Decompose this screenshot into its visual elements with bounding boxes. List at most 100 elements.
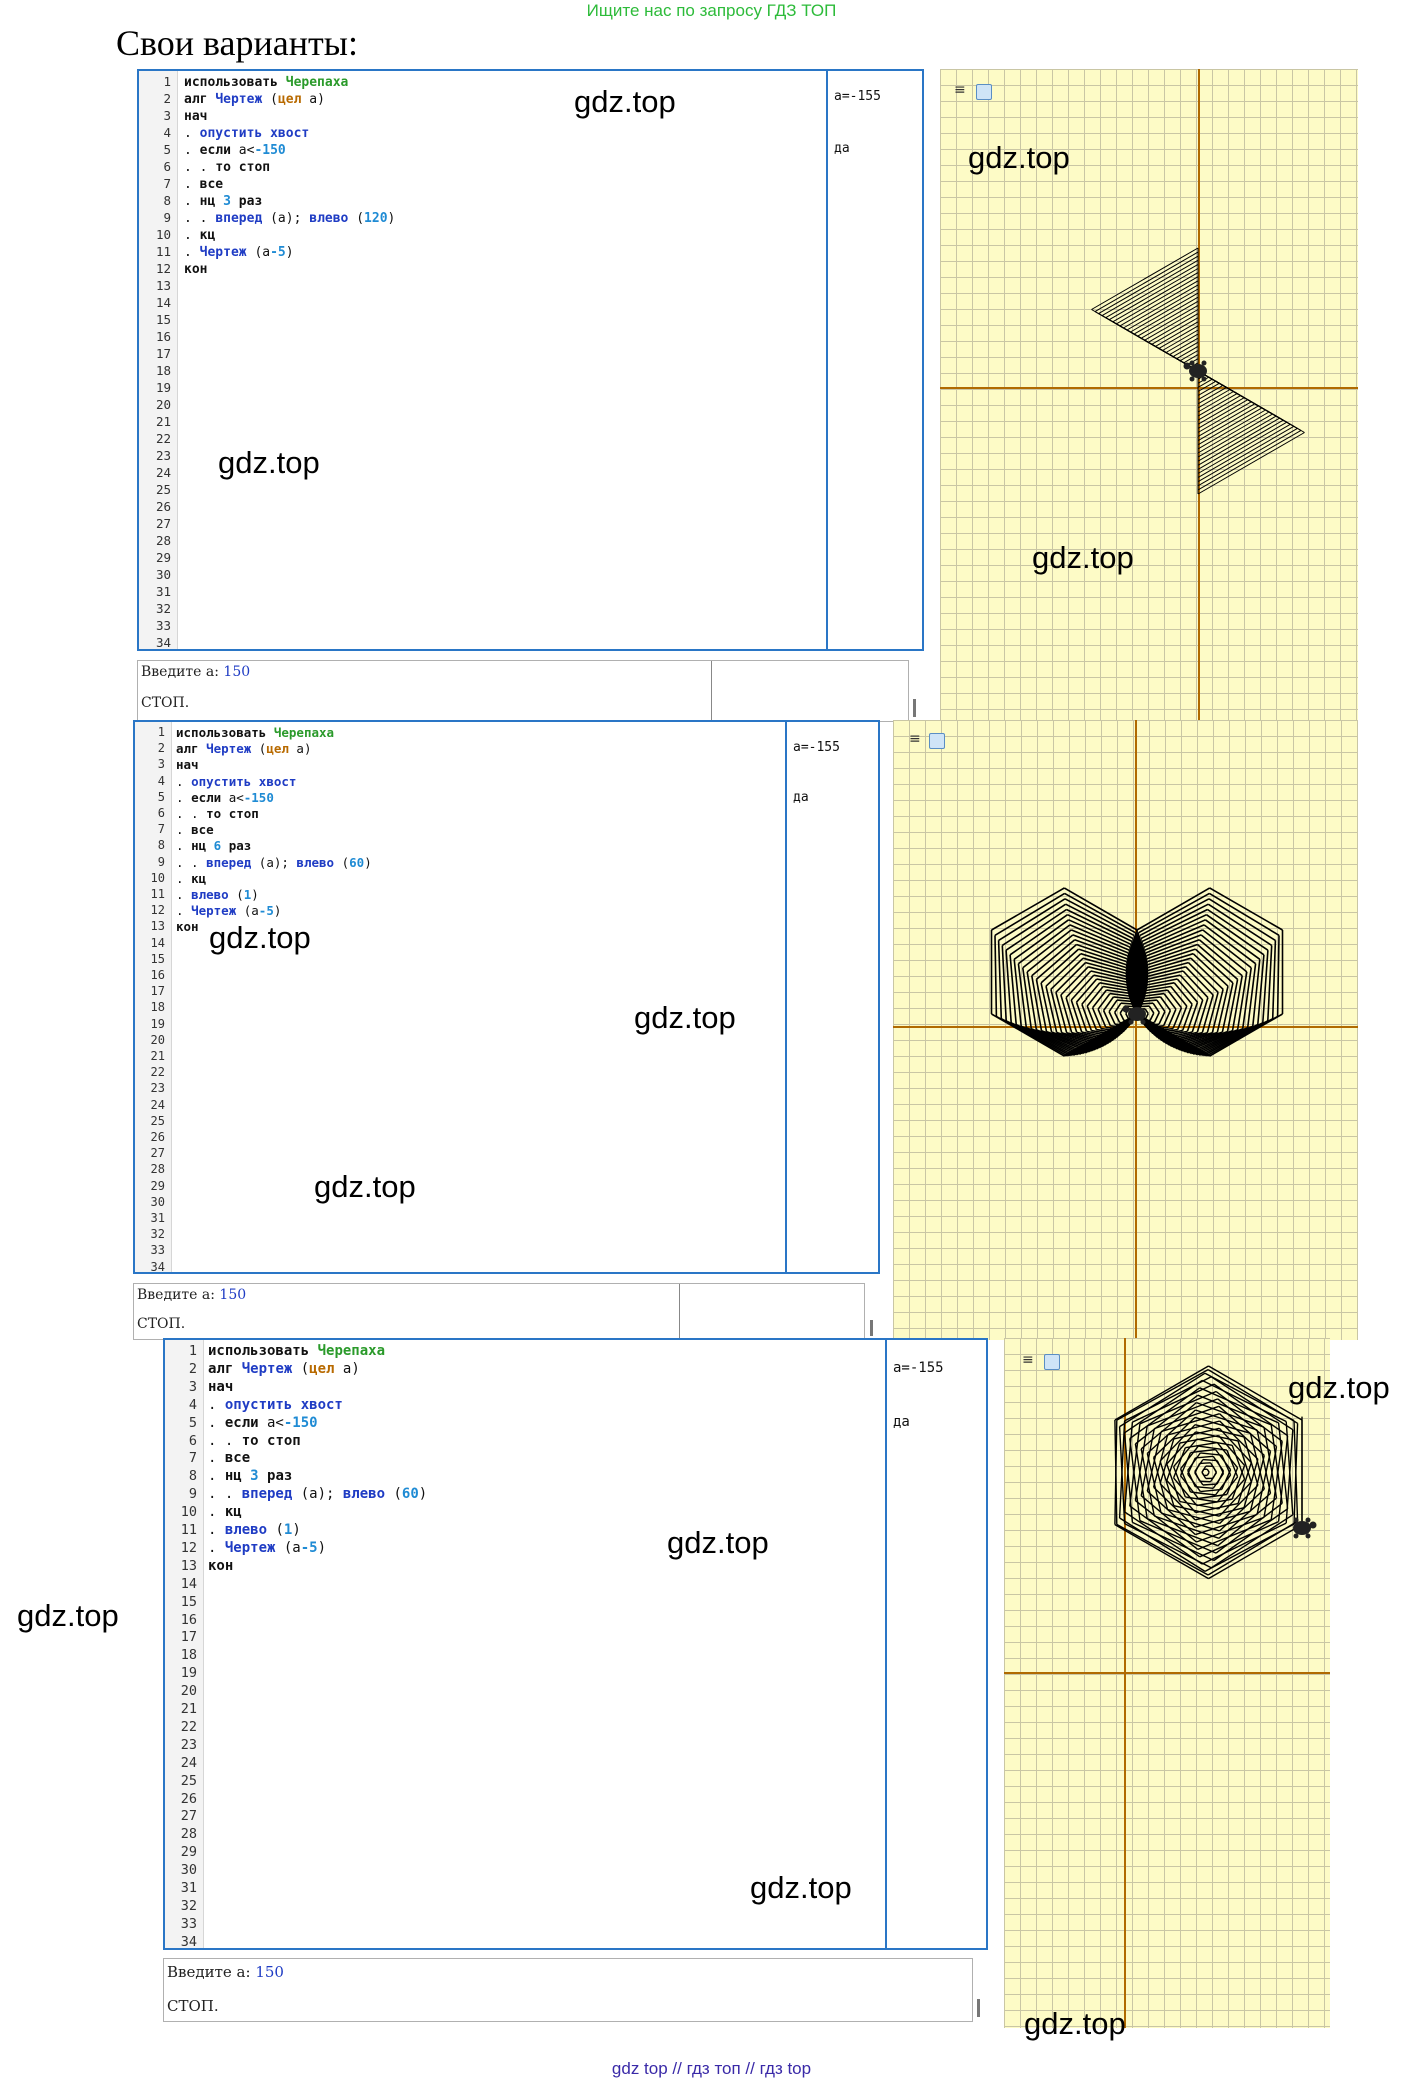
line-number: 15 [180,1593,197,1610]
line-number: 5 [163,142,171,157]
turtle-stroke [1101,259,1199,317]
code-line[interactable]: нач [208,1379,427,1397]
code-line[interactable]: алг Чертеж (цел a) [208,1361,427,1379]
line-number: 27 [180,1808,197,1825]
code-line[interactable]: . нц 3 раз [184,193,395,210]
console-2[interactable]: Введите a: 150 СТОП. [133,1283,873,1340]
turtle-stroke [1197,421,1288,474]
line-number: 30 [180,1862,197,1879]
code-line[interactable]: использовать Черепаха [208,1343,427,1361]
code-line[interactable]: . влево (1) [208,1522,427,1540]
turtle-stroke [1113,1012,1121,1023]
code-line[interactable]: . нц 6 раз [176,838,372,854]
code-text-2[interactable]: использовать Черепаха алг Чертеж (цел a) н… [176,725,372,936]
code-line[interactable]: нач [176,757,372,773]
code-line[interactable]: . если a<-150 [184,142,395,159]
line-number: 33 [180,1915,197,1932]
code-editor-1[interactable]: 1 2 3 4 5 6 7 8 9 10 11 12 13 14 15 16 17 18 19 20 21 22 23 24 2… [137,69,830,651]
code-line[interactable]: . кц [208,1504,427,1522]
code-line[interactable]: . Чертеж (a-5) [176,903,372,919]
turtle-stroke [1237,1462,1252,1504]
console-3[interactable]: Введите a: 150 СТОП. [163,1958,980,2022]
value-a-2: a=-155 [793,740,840,755]
line-number: 26 [150,1130,165,1144]
turtle-stroke [1001,945,1007,1021]
turtle-stroke [1197,401,1252,433]
code-line[interactable]: . Чертеж (a-5) [184,244,395,261]
turtle-stroke [1144,309,1199,341]
turtle-stroke [1075,1001,1088,1032]
code-line[interactable]: . нц 3 раз [208,1468,427,1486]
code-editor-3[interactable]: 1 2 3 4 5 6 7 8 9 10 11 12 13 14 15 16 17 18 19 20 21 22 23 24 2… [163,1338,889,1950]
code-line[interactable]: алг Чертеж (цел a) [176,741,372,757]
turtle-stroke [1197,391,1234,413]
code-line[interactable]: . . то стоп [176,806,372,822]
code-line[interactable]: . . то стоп [208,1433,427,1451]
console-divider-2 [679,1284,680,1339]
code-line[interactable]: алг Чертеж (цел a) [184,91,395,108]
console-1[interactable]: Введите a: 150 СТОП. [137,660,916,722]
code-line[interactable]: использовать Черепаха [176,725,372,741]
watermark: gdz.top [1024,2006,1126,2041]
turtle-stroke [1108,1011,1116,1025]
line-number: 19 [155,380,171,395]
turtle-stroke [1140,304,1199,339]
line-number: 34 [180,1933,197,1950]
turtle-stroke [1108,268,1199,321]
values-panel-1: a=-155 да [826,69,924,651]
code-text-3[interactable]: использовать Черепаха алг Чертеж (цел a) н… [208,1343,427,1576]
code-line[interactable]: . опустить хвост [176,774,372,790]
turtle-stroke [1152,1002,1160,1013]
code-line[interactable]: . если a<-150 [208,1415,427,1433]
code-line[interactable]: кон [208,1558,427,1576]
line-number: 24 [155,465,171,480]
line-number: 30 [150,1194,165,1209]
console-scrollbar-2[interactable] [870,1320,873,1336]
code-line[interactable]: . все [184,176,395,193]
code-line[interactable]: . опустить хвост [184,125,395,142]
code-text-1[interactable]: использовать Черепаха алг Чертеж (цел a) н… [184,74,395,278]
turtle-stroke [1035,943,1078,981]
line-number: 2 [188,1360,197,1377]
code-line[interactable]: использовать Черепаха [184,74,395,91]
code-line[interactable]: кон [184,261,395,278]
code-line[interactable]: . все [208,1450,427,1468]
console-scrollbar-3[interactable] [977,1999,980,2017]
code-line[interactable]: . влево (1) [176,887,372,903]
code-line[interactable]: . кц [184,227,395,244]
code-line[interactable]: нач [184,108,395,125]
line-number: 16 [150,968,165,982]
turtle-stroke [1199,1462,1211,1465]
console-scrollbar-1[interactable] [913,699,916,717]
code-line[interactable]: . . вперед (a); влево (120) [184,210,395,227]
turtle-canvas-2[interactable]: ≡ [893,720,1358,1340]
code-line[interactable]: . Чертеж (a-5) [208,1540,427,1558]
turtle-stroke [1123,284,1199,329]
turtle-stroke [1197,384,1224,401]
line-number: 32 [180,1897,197,1914]
line-number: 26 [155,499,171,514]
turtle-stroke [1176,1005,1188,1030]
code-line[interactable]: . . то стоп [184,159,395,176]
code-line[interactable]: . кц [176,871,372,887]
console-value-3: 150 [255,1963,284,1981]
code-line[interactable]: . опустить хвост [208,1397,427,1415]
code-line[interactable]: . все [176,822,372,838]
code-line[interactable]: . . вперед (a); влево (60) [208,1486,427,1504]
turtle-stroke [1040,948,1080,984]
code-line[interactable]: . . вперед (a); влево (60) [176,855,372,871]
turtle-stroke [1271,940,1277,1019]
turtle-stroke [1187,1457,1196,1475]
line-number: 6 [163,159,171,174]
line-number: 7 [188,1450,197,1467]
turtle-canvas-3[interactable]: ≡ [1004,1338,1330,2028]
line-number: 21 [150,1049,165,1063]
line-number: 27 [155,516,171,531]
code-editor-2[interactable]: 1 2 3 4 5 6 7 8 9 10 11 12 13 14 15 16 17 18 19 20 21 22 23 24 2… [133,720,789,1274]
drawing-2 [990,887,1284,1057]
turtle-stroke [1151,317,1199,345]
turtle-stroke [1166,989,1183,1009]
code-line[interactable]: . если a<-150 [176,790,372,806]
line-number: 11 [180,1522,197,1538]
turtle-stroke [994,892,1066,936]
